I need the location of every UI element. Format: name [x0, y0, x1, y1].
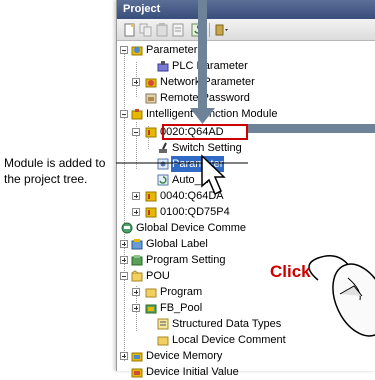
down-arrow-head [190, 108, 215, 124]
down-arrow-shaft [198, 0, 207, 112]
click-label: Click [270, 262, 311, 281]
mouse-device-icon [308, 255, 375, 337]
right-arrow-shaft [248, 124, 375, 133]
module-added-callout: Module is added to the project tree. [4, 156, 106, 186]
mouse-pointer-icon [201, 154, 226, 196]
